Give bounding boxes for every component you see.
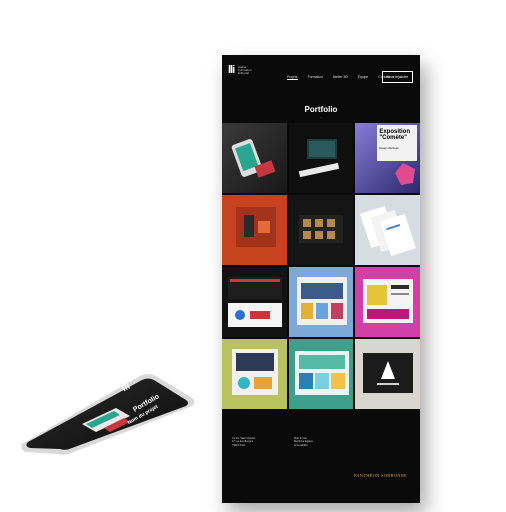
tile-image (363, 279, 414, 323)
portfolio-tile-7[interactable] (222, 267, 287, 337)
tile-image (298, 215, 343, 243)
footer-address: Centre Saint-Charles 47 rue des Bergers … (232, 437, 255, 447)
portfolio-tile-12[interactable] (355, 339, 420, 409)
phone-device (21, 374, 195, 455)
portfolio-tile-1[interactable] (222, 123, 287, 193)
tile-image (232, 349, 278, 395)
university-logo: PANTHÉON SORBONNE (354, 473, 408, 478)
nav-item-equipe[interactable]: Équipe (358, 75, 369, 80)
tile-image (298, 139, 339, 178)
page-subtitle: ... (319, 116, 323, 119)
nav-item-atelier[interactable]: Atelier 3D (333, 75, 348, 80)
tile-image (296, 277, 347, 325)
portfolio-tile-6[interactable] (355, 195, 420, 265)
portfolio-tile-8[interactable] (288, 267, 354, 337)
desktop-mockup: lli Atelier Formation Éditorial Projets … (222, 55, 420, 503)
footer-link[interactable]: Accessibilité (294, 444, 313, 447)
tile-image (228, 277, 282, 327)
portfolio-tile-2[interactable] (288, 123, 354, 193)
portfolio-tile-11[interactable] (288, 339, 354, 409)
footer-address-line: 75015 Paris (232, 443, 246, 447)
tile-image (363, 353, 414, 393)
mockup-scene: lli Atelier Formation Éditorial Projets … (0, 0, 506, 512)
tile-image (294, 351, 349, 395)
portfolio-tile-4[interactable] (222, 195, 287, 265)
portfolio-tile-10[interactable] (222, 339, 287, 409)
tile-image (236, 207, 276, 247)
tile-image (360, 205, 417, 257)
logo-subtitle: Atelier Formation Éditorial (238, 65, 252, 76)
desktop-page: lli Atelier Formation Éditorial Projets … (222, 55, 420, 503)
nav-item-projets[interactable]: Projets (287, 75, 298, 80)
tile-image (395, 163, 416, 185)
cta-button[interactable]: Nous rejoindre (381, 71, 413, 83)
logo[interactable]: lli (228, 64, 235, 76)
nav-item-formation[interactable]: Formation (308, 75, 323, 80)
page-title: Portfolio (304, 105, 338, 114)
portfolio-tile-5[interactable] (288, 195, 354, 265)
tile-image (231, 139, 276, 178)
phone-mockup: lli Portfolio Nom du projet (20, 370, 197, 458)
portfolio-grid: Exposition "Comète" Design d'écriture (222, 123, 420, 409)
header: lli Atelier Formation Éditorial Projets … (222, 55, 420, 89)
main-nav: Projets Formation Atelier 3D Équipe Cont… (287, 75, 390, 80)
portfolio-tile-9[interactable] (355, 267, 420, 337)
footer-links: Plan du site Mentions légales Accessibil… (294, 437, 313, 447)
footer: Centre Saint-Charles 47 rue des Bergers … (222, 427, 420, 503)
portfolio-tile-3[interactable]: Exposition "Comète" Design d'écriture (355, 123, 420, 193)
